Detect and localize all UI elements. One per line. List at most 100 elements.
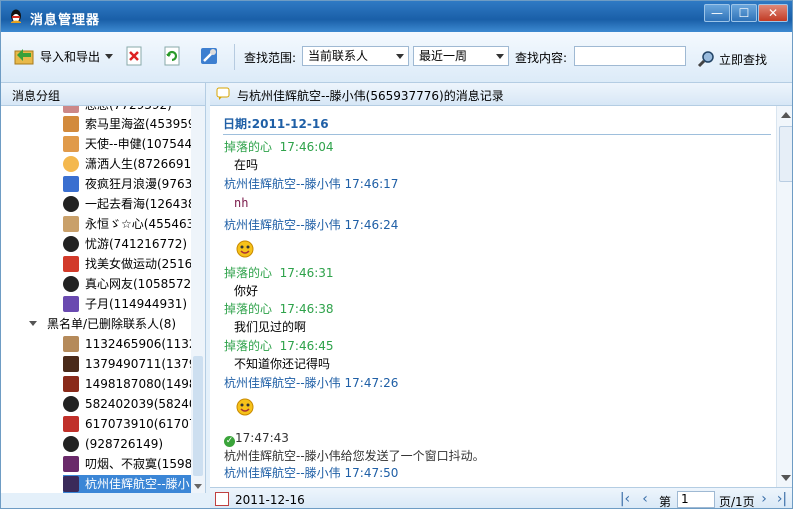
tools-icon: [201, 48, 217, 64]
first-page-button[interactable]: |‹: [617, 491, 633, 507]
footer-date: 2011-12-16: [235, 493, 305, 507]
message-body: 我们见过的啊: [234, 320, 307, 334]
message-body: 在吗: [234, 158, 259, 172]
avatar: [63, 376, 79, 392]
scroll-up-icon[interactable]: [781, 112, 791, 118]
scrollbar-thumb[interactable]: [779, 126, 792, 182]
contact-item[interactable]: 617073910(61707391: [63, 415, 191, 433]
contact-item[interactable]: 夜疯狂月浪漫(97632: [63, 175, 191, 193]
message-header: 掉落的心 17:46:31: [224, 266, 334, 280]
message-header: 杭州佳辉航空--滕小伟 17:47:50: [224, 466, 399, 480]
avatar: [63, 476, 79, 492]
avatar: [63, 416, 79, 432]
avatar: [63, 336, 79, 352]
qq-penguin-icon: [63, 436, 79, 452]
content-label: 查找内容:: [515, 51, 568, 65]
qq-penguin-icon: [63, 396, 79, 412]
message-groups-panel: 消息分组 忽忽(7729392) 索马里海盗(4539595 天使--申健(10…: [1, 83, 206, 493]
search-input[interactable]: [574, 46, 686, 66]
avatar: [63, 296, 79, 312]
close-button[interactable]: ✕: [758, 4, 788, 22]
tools-button[interactable]: [198, 42, 220, 70]
contact-label: (928726149): [85, 437, 164, 451]
calendar-icon[interactable]: [215, 492, 229, 506]
minimize-icon: —: [711, 6, 723, 20]
qq-penguin-icon: [63, 276, 79, 292]
chat-bubble-icon: [216, 87, 230, 100]
message-record-header: 与杭州佳辉航空--滕小伟(565937776)的消息记录: [210, 83, 792, 106]
message-header: 杭州佳辉航空--滕小伟 17:46:17: [224, 177, 399, 191]
contact-item[interactable]: (928726149): [63, 435, 191, 453]
search-icon: [697, 51, 714, 68]
contact-item[interactable]: 潇洒人生(87266918): [63, 155, 191, 173]
delete-button[interactable]: [123, 42, 145, 70]
message-scrollbar[interactable]: [776, 106, 792, 487]
message-groups-title: 消息分组: [12, 89, 61, 103]
contact-label: 永恒ゞ☆心(4554638: [85, 217, 191, 231]
contact-item[interactable]: 天使--申健(1075441: [63, 135, 191, 153]
page-input[interactable]: 1: [677, 491, 715, 508]
chevron-down-icon[interactable]: [194, 484, 202, 489]
refresh-button[interactable]: [161, 42, 183, 70]
contact-item-selected[interactable]: 杭州佳辉航空--滕小: [63, 475, 191, 493]
minimize-button[interactable]: —: [704, 4, 730, 22]
contact-item[interactable]: 子月(114944931): [63, 295, 191, 313]
blacklist-group-label: 黑名单/已删除联系人(8): [47, 317, 177, 331]
contact-list-scrollbar[interactable]: [191, 106, 205, 493]
smiley-emoticon-icon: [236, 240, 254, 258]
import-export-label: 导入和导出: [40, 49, 101, 64]
contact-item[interactable]: 582402039(58240203: [63, 395, 191, 413]
contact-label: 杭州佳辉航空--滕小: [85, 477, 190, 491]
message-body: nh: [234, 196, 249, 210]
maximize-icon: ☐: [738, 6, 750, 20]
contact-label: 子月(114944931): [85, 297, 188, 311]
contact-label: 找美女做运动(25164: [85, 257, 191, 271]
message-header: 掉落的心 17:46:04: [224, 140, 334, 154]
contact-item[interactable]: 忧游(741216772): [63, 235, 191, 253]
period-select[interactable]: 最近一周: [413, 46, 509, 66]
message-manager-window: 消息管理器 — ☐ ✕ 导入和导出 查找范围: 当前联系人 最近一周 查找内容:…: [0, 0, 793, 509]
contact-item[interactable]: 1498187080(1498187: [63, 375, 191, 393]
message-body: 你好: [234, 284, 259, 298]
contact-label: 1498187080(1498187: [85, 377, 191, 391]
page-suffix: 页/1页: [719, 495, 755, 509]
contact-item[interactable]: 1379490711(1379490: [63, 355, 191, 373]
scroll-down-icon[interactable]: [781, 475, 791, 481]
delete-document-icon: [126, 46, 142, 66]
last-page-button[interactable]: ›|: [774, 491, 790, 507]
qq-penguin-icon: [11, 9, 21, 23]
avatar: [63, 156, 79, 172]
message-header: 杭州佳辉航空--滕小伟 17:46:24: [224, 218, 399, 232]
chevron-down-icon: [496, 54, 504, 59]
contact-item[interactable]: 真心网友(10585727: [63, 275, 191, 293]
avatar: [63, 136, 79, 152]
message-header: 杭州佳辉航空--滕小伟 17:47:26: [224, 376, 399, 390]
title-bar: 消息管理器 — ☐ ✕: [1, 1, 792, 32]
scrollbar-thumb[interactable]: [193, 356, 203, 476]
toolbar-separator: [234, 44, 235, 70]
contact-item[interactable]: 永恒ゞ☆心(4554638: [63, 215, 191, 233]
contact-item[interactable]: 一起去看海(1264381: [63, 195, 191, 213]
contact-list: 忽忽(7729392) 索马里海盗(4539595 天使--申健(1075441…: [1, 106, 191, 493]
system-message-body: 杭州佳辉航空--滕小伟给您发送了一个窗口抖动。: [224, 449, 485, 463]
message-record-title: 与杭州佳辉航空--滕小伟(565937776)的消息记录: [237, 89, 504, 103]
message-list: 日期:2011-12-16 掉落的心 17:46:04 在吗 杭州佳辉航空--滕…: [210, 106, 776, 487]
prev-page-button[interactable]: ‹: [637, 491, 653, 507]
contact-label: 一起去看海(1264381: [85, 197, 191, 211]
next-page-button[interactable]: ›: [756, 491, 772, 507]
contact-item[interactable]: 索马里海盗(4539595: [63, 115, 191, 133]
qq-penguin-icon: [63, 236, 79, 252]
maximize-button[interactable]: ☐: [731, 4, 757, 22]
scope-select[interactable]: 当前联系人: [302, 46, 409, 66]
period-value: 最近一周: [419, 49, 468, 63]
date-divider: [223, 134, 771, 135]
search-now-button[interactable]: 立即查找: [697, 45, 767, 73]
contact-item[interactable]: 忽忽(7729392): [63, 106, 191, 114]
contact-label: 1132465906(1132465: [85, 337, 191, 351]
contact-item[interactable]: 找美女做运动(25164: [63, 255, 191, 273]
import-export-button[interactable]: 导入和导出: [13, 42, 114, 70]
pager-bar: 2011-12-16 |‹ ‹ 第 1 页/1页 › ›|: [210, 487, 792, 509]
date-heading: 日期:2011-12-16: [223, 117, 329, 131]
contact-item[interactable]: 1132465906(1132465: [63, 335, 191, 353]
contact-item[interactable]: 叨烟、不寂寞(15985: [63, 455, 191, 473]
